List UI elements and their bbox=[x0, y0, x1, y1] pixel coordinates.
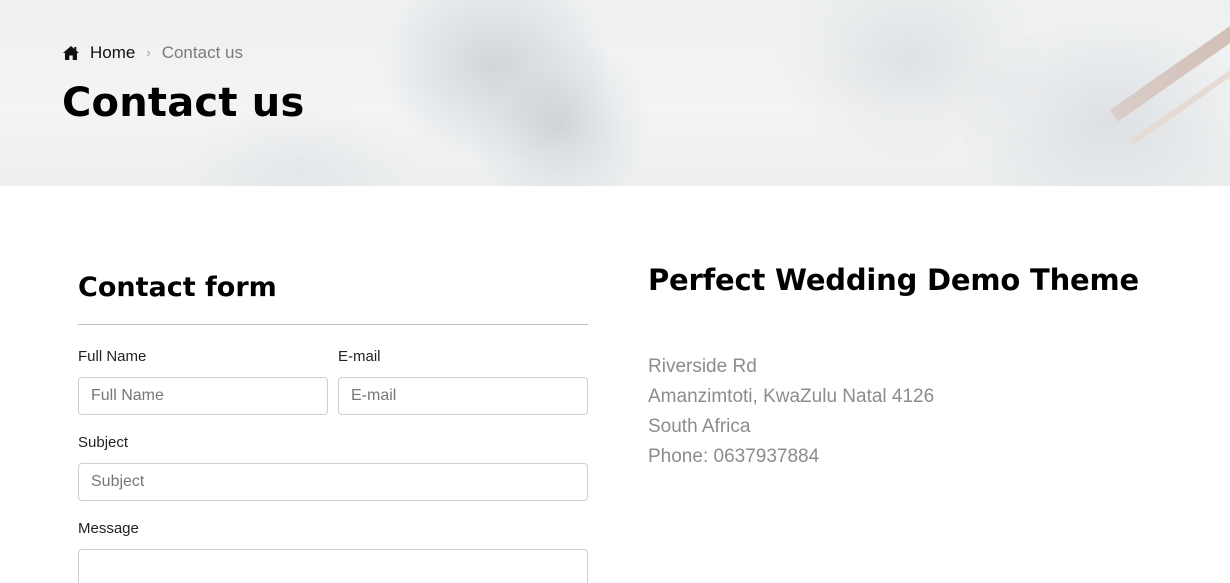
email-input[interactable] bbox=[338, 377, 588, 415]
breadcrumb-home-label: Home bbox=[90, 43, 136, 62]
contact-form-section: Contact form bbox=[78, 270, 588, 325]
page-header-banner: Home › Contact us Contact us bbox=[0, 0, 1230, 186]
subject-label: Subject bbox=[78, 434, 129, 451]
message-label: Message bbox=[78, 520, 139, 537]
home-icon bbox=[63, 46, 79, 60]
email-label: E-mail bbox=[338, 348, 381, 365]
contact-form-title: Contact form bbox=[78, 272, 277, 303]
form-divider bbox=[78, 324, 588, 325]
subject-input[interactable] bbox=[78, 463, 588, 501]
address-street: Riverside Rd bbox=[648, 356, 757, 377]
address-country: South Africa bbox=[648, 416, 751, 437]
breadcrumb-home-link[interactable]: Home bbox=[62, 43, 135, 63]
address-block: Riverside Rd Amanzimtoti, KwaZulu Natal … bbox=[648, 352, 1139, 472]
breadcrumb: Home › Contact us bbox=[62, 43, 243, 63]
contact-info: Perfect Wedding Demo Theme Riverside Rd … bbox=[648, 262, 1139, 472]
full-name-label: Full Name bbox=[78, 348, 147, 365]
site-name-heading: Perfect Wedding Demo Theme bbox=[648, 263, 1140, 297]
breadcrumb-current: Contact us bbox=[161, 43, 243, 62]
page-title: Contact us bbox=[62, 80, 305, 126]
full-name-input[interactable] bbox=[78, 377, 328, 415]
phone-number: Phone: 0637937884 bbox=[648, 446, 820, 467]
address-city: Amanzimtoti, KwaZulu Natal 4126 bbox=[648, 386, 935, 407]
message-textarea[interactable] bbox=[78, 549, 588, 583]
breadcrumb-separator: › bbox=[146, 44, 151, 60]
